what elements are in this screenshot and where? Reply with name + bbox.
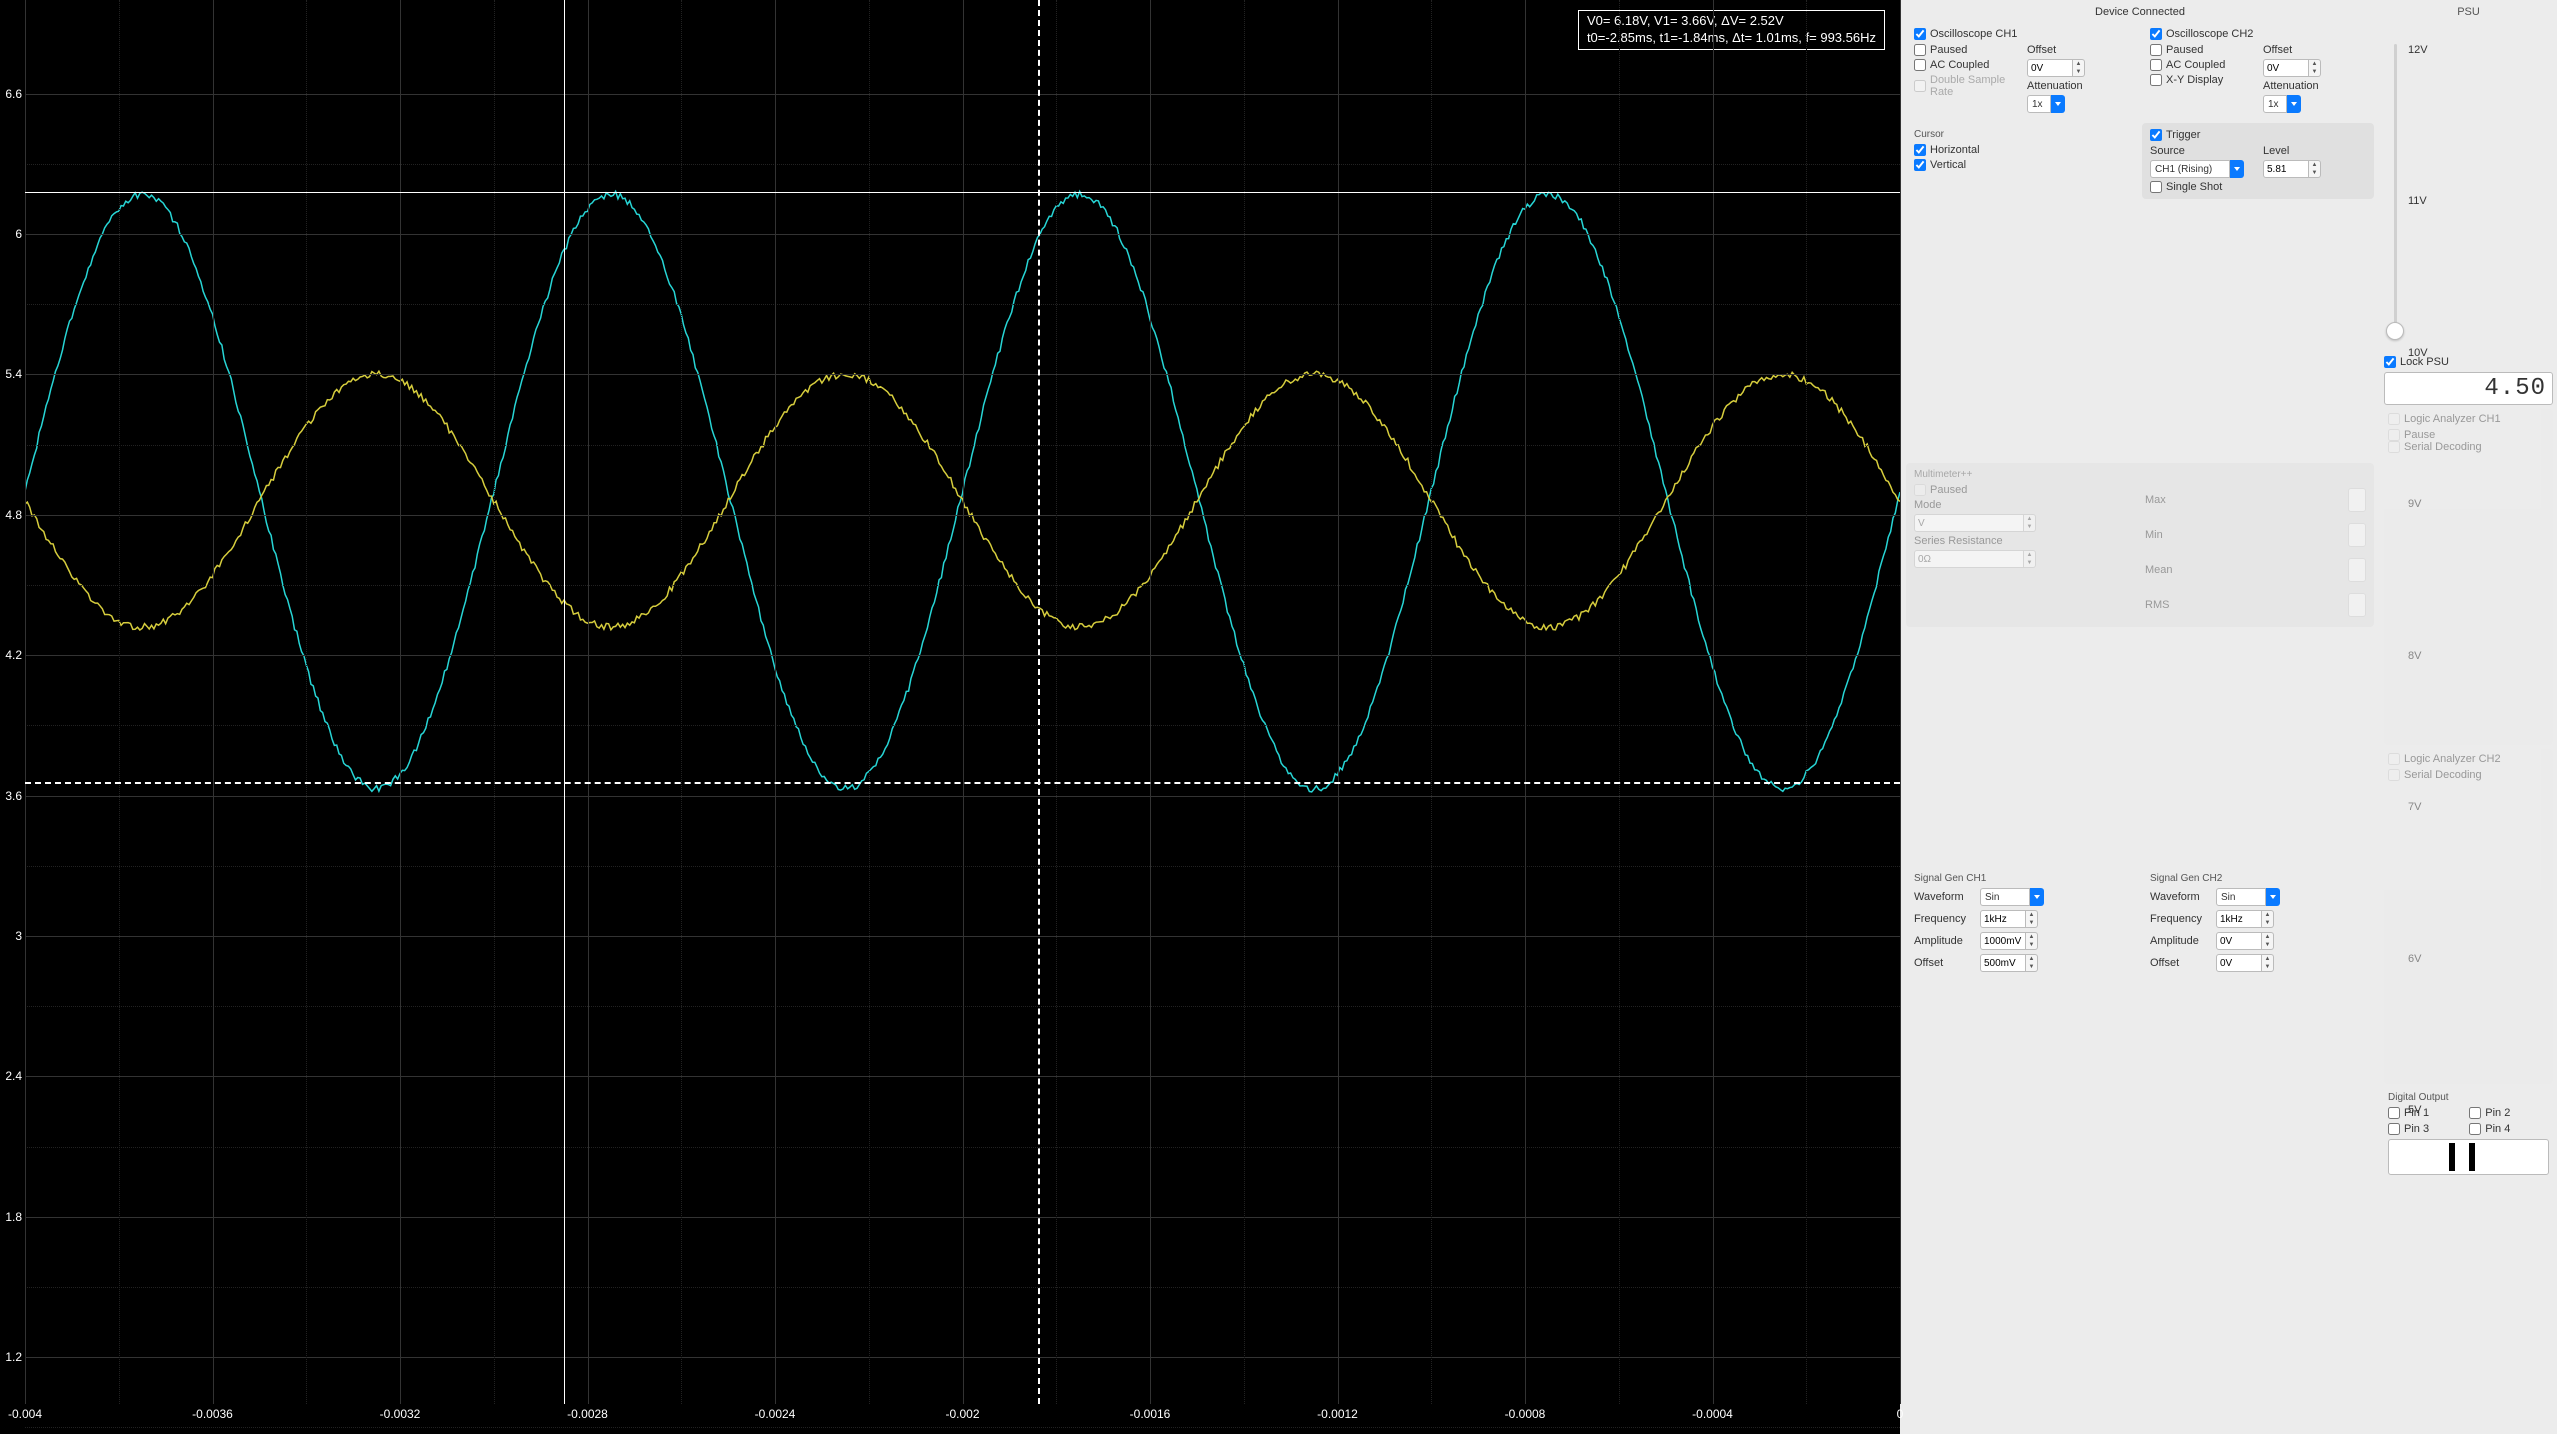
sg2-offset-input[interactable]: ▲▼ [2216, 954, 2274, 972]
cursor-line[interactable] [1038, 0, 1040, 1404]
oscilloscope-ch2-panel: Oscilloscope CH2 Paused AC Coupled X-Y D… [2142, 22, 2374, 119]
ch2-attenuation-select[interactable]: 1x [2263, 95, 2366, 113]
readout-line2: t0=-2.85ms, t1=-1.84ms, Δt= 1.01ms, f= 9… [1587, 30, 1876, 47]
ch2-enable-checkbox[interactable]: Oscilloscope CH2 [2150, 28, 2253, 40]
cursor-horizontal-checkbox[interactable]: Horizontal [1914, 144, 2130, 156]
scope-plot: V0= 6.18V, V1= 3.66V, ΔV= 2.52V t0=-2.85… [25, 0, 1900, 1404]
ch2-xy-checkbox[interactable]: X-Y Display [2150, 74, 2253, 86]
psu-voltage-display: 4.50 [2384, 372, 2553, 405]
trigger-source-select[interactable]: CH1 (Rising) [2150, 160, 2253, 178]
trigger-enable-checkbox[interactable]: Trigger [2150, 129, 2200, 141]
mm-rms-display [2348, 593, 2366, 617]
ch2-paused-checkbox[interactable]: Paused [2150, 44, 2253, 56]
cursor-panel: Cursor Horizontal Vertical [1906, 123, 2138, 199]
logic-analyzer-ch2-panel: Logic Analyzer CH2 Serial Decoding [2384, 749, 2553, 1085]
control-column: Device Connected Oscilloscope CH1 Paused… [1900, 0, 2380, 1434]
mm-series-input: ▲▼ [1914, 550, 2135, 568]
multimeter-panel: Multimeter++ Paused Mode ▲▼ Series Resis… [1906, 463, 2374, 627]
ch2-accoupled-checkbox[interactable]: AC Coupled [2150, 59, 2253, 71]
pin3-checkbox[interactable]: Pin 3 [2388, 1123, 2465, 1135]
siggen-ch1-panel: Signal Gen CH1 WaveformSin Frequency▲▼ A… [1906, 867, 2138, 982]
cursor-line[interactable] [564, 0, 565, 1404]
ch1-offset-input[interactable]: ▲▼ [2027, 59, 2130, 77]
logic-analyzer-ch1-panel: Logic Analyzer CH1 Pause Serial Decoding [2384, 409, 2553, 745]
pin2-checkbox[interactable]: Pin 2 [2469, 1107, 2546, 1119]
y-axis: 6.665.44.84.23.632.41.81.2 [0, 0, 25, 1404]
ch1-accoupled-checkbox[interactable]: AC Coupled [1914, 59, 2017, 71]
ch1-enable-checkbox[interactable]: Oscilloscope CH1 [1914, 28, 2017, 40]
cursor-line[interactable] [25, 192, 1900, 193]
mm-min-display [2348, 523, 2366, 547]
trigger-single-checkbox[interactable]: Single Shot [2150, 181, 2253, 193]
psu-slider[interactable]: 12V11V10V9V8V7V6V5V [2390, 24, 2547, 352]
mm-mean-display [2348, 558, 2366, 582]
device-status: Device Connected [1906, 6, 2374, 18]
sg1-freq-input[interactable]: ▲▼ [1980, 910, 2038, 928]
cursor-line[interactable] [25, 782, 1900, 784]
ch1-double-sample-checkbox: Double Sample Rate [1914, 74, 2017, 98]
ch1-paused-checkbox[interactable]: Paused [1914, 44, 2017, 56]
siggen-ch2-panel: Signal Gen CH2 WaveformSin Frequency▲▼ A… [2142, 867, 2374, 982]
digital-output-display [2388, 1139, 2549, 1175]
pin1-checkbox[interactable]: Pin 1 [2388, 1107, 2465, 1119]
readout-line1: V0= 6.18V, V1= 3.66V, ΔV= 2.52V [1587, 13, 1876, 30]
mm-mode-select: ▲▼ [1914, 514, 2135, 532]
sg1-amp-input[interactable]: ▲▼ [1980, 932, 2038, 950]
pin4-checkbox[interactable]: Pin 4 [2469, 1123, 2546, 1135]
oscilloscope-ch1-panel: Oscilloscope CH1 Paused AC Coupled Doubl… [1906, 22, 2138, 119]
x-axis: -0.004-0.0036-0.0032-0.0028-0.0024-0.002… [25, 1404, 1900, 1434]
ch1-attenuation-select[interactable]: 1x [2027, 95, 2130, 113]
psu-column: PSU 12V11V10V9V8V7V6V5V Lock PSU 4.50 Lo… [2380, 0, 2557, 1434]
trigger-panel: Trigger Source CH1 (Rising) Single Shot … [2142, 123, 2374, 199]
sg1-offset-input[interactable]: ▲▼ [1980, 954, 2038, 972]
sg2-amp-input[interactable]: ▲▼ [2216, 932, 2274, 950]
sg2-freq-input[interactable]: ▲▼ [2216, 910, 2274, 928]
oscilloscope-display[interactable]: 6.665.44.84.23.632.41.81.2 -0.004-0.0036… [0, 0, 1900, 1434]
ch2-offset-input[interactable]: ▲▼ [2263, 59, 2366, 77]
sg1-waveform-select[interactable]: Sin [1980, 888, 2044, 906]
trigger-level-input[interactable]: ▲▼ [2263, 160, 2366, 178]
mm-max-display [2348, 488, 2366, 512]
digital-output-panel: Digital Output Pin 1 Pin 2 Pin 3 Pin 4 [2384, 1088, 2553, 1424]
cursor-vertical-checkbox[interactable]: Vertical [1914, 159, 2130, 171]
mm-paused-checkbox: Paused [1914, 484, 2135, 496]
sg2-waveform-select[interactable]: Sin [2216, 888, 2280, 906]
cursor-readout: V0= 6.18V, V1= 3.66V, ΔV= 2.52V t0=-2.85… [1578, 10, 1885, 50]
